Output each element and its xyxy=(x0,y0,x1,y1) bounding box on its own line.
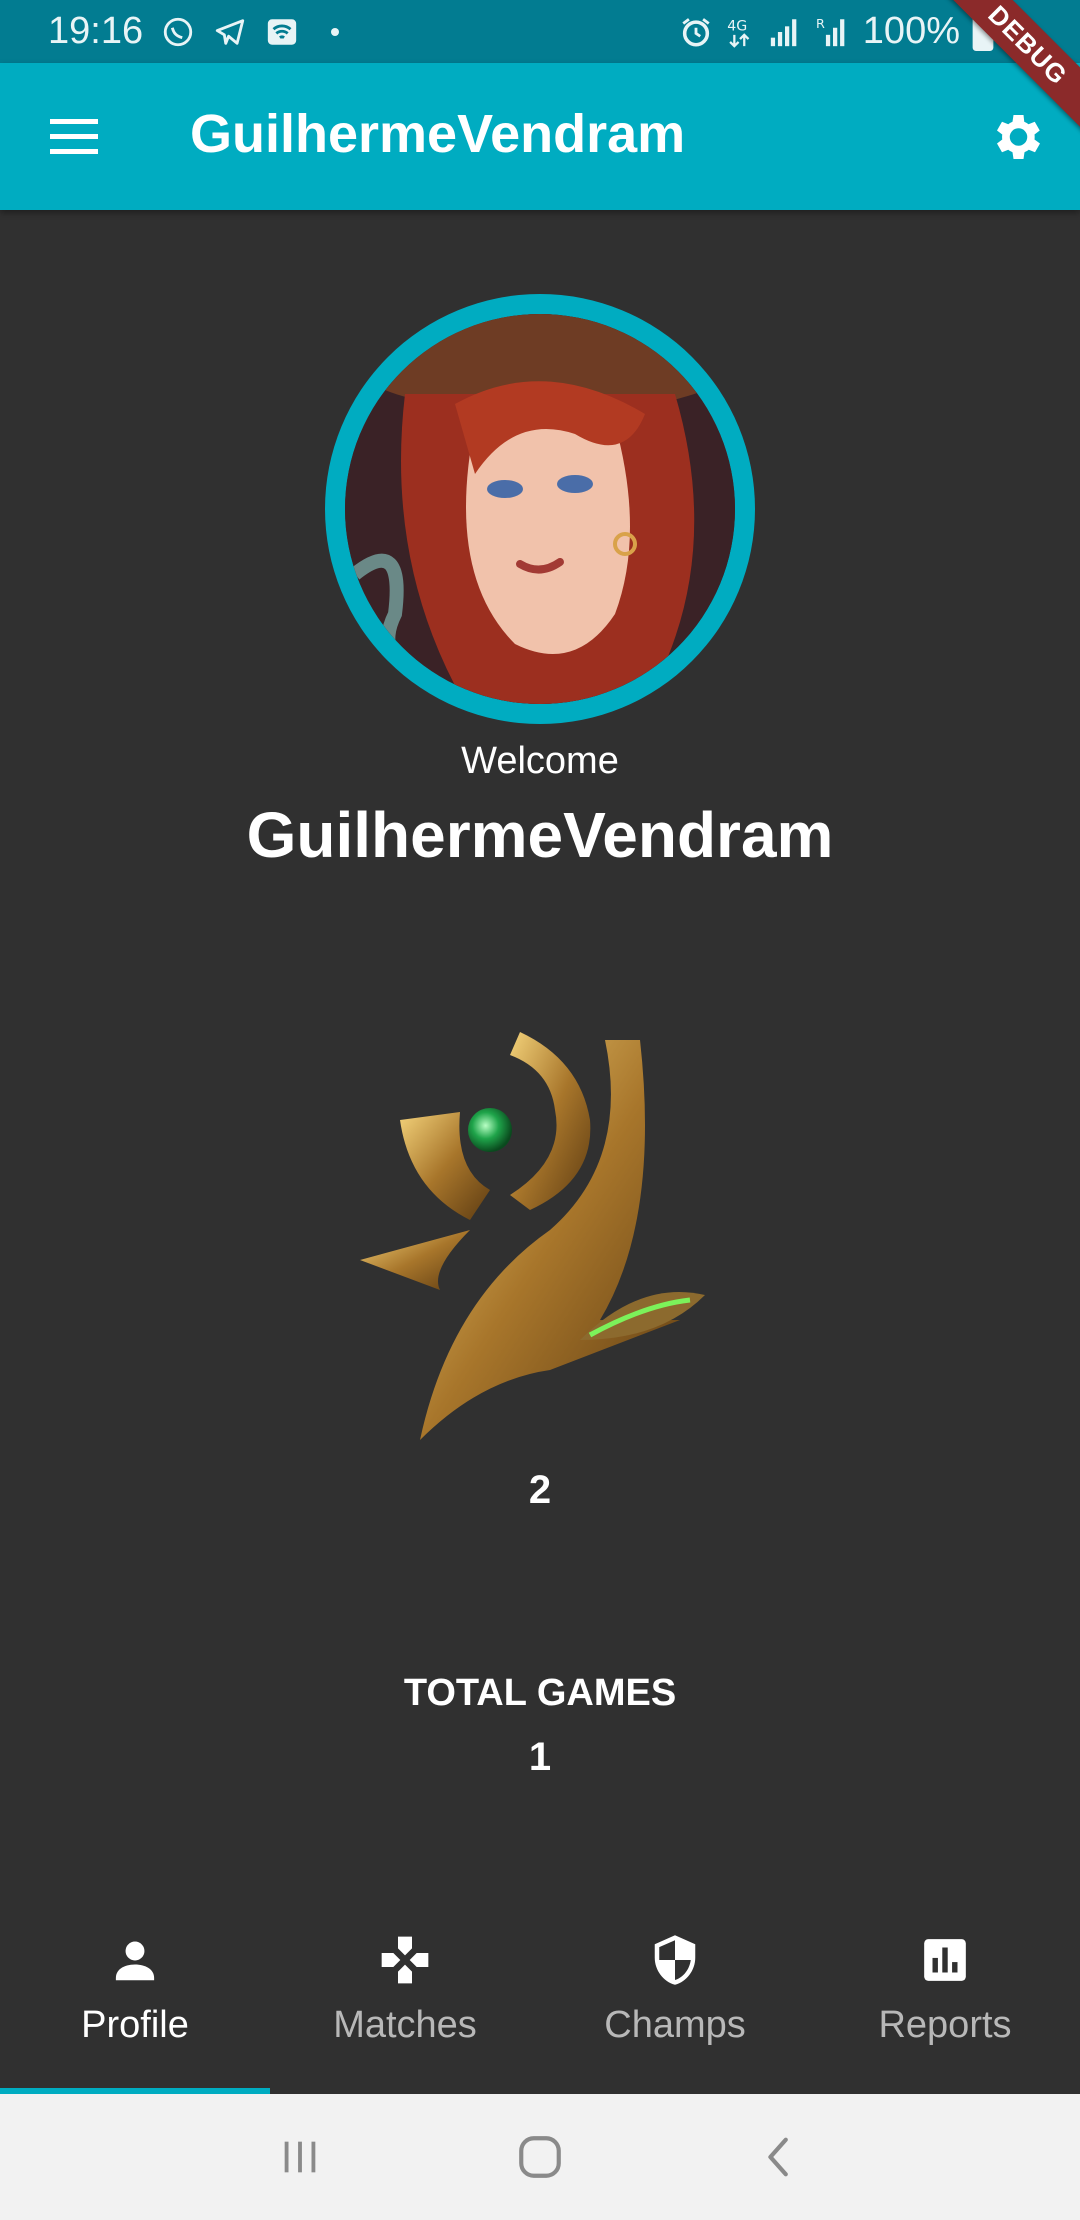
total-games-value: 1 xyxy=(528,1735,552,1779)
back-button[interactable] xyxy=(740,2117,820,2197)
app-title: GuilhermeVendram xyxy=(190,104,686,164)
telegram-icon xyxy=(213,15,247,49)
person-icon xyxy=(105,1930,165,1990)
recent-apps-icon xyxy=(284,2141,316,2173)
battery-percent: 100% xyxy=(862,10,960,52)
gamepad-icon xyxy=(375,1930,435,1990)
signal-icon xyxy=(767,15,803,49)
total-games-label: TOTAL GAMES xyxy=(403,1672,677,1714)
tab-champs[interactable]: Champs xyxy=(540,1902,810,2094)
tab-matches-label: Matches xyxy=(333,2004,477,2046)
menu-button[interactable] xyxy=(44,113,104,161)
shield-icon xyxy=(645,1930,705,1990)
home-button[interactable] xyxy=(500,2117,580,2197)
recent-apps-button[interactable] xyxy=(260,2117,340,2197)
tab-reports[interactable]: Reports xyxy=(810,1902,1080,2094)
settings-button[interactable] xyxy=(986,107,1046,167)
alarm-icon xyxy=(679,15,713,49)
back-icon xyxy=(768,2137,788,2177)
profile-username: GuilhermeVendram xyxy=(246,799,834,871)
status-left: 19:16 xyxy=(48,10,340,53)
wifi-calling-icon xyxy=(265,15,299,49)
4g-icon: 4G xyxy=(725,15,755,49)
tab-reports-label: Reports xyxy=(878,2004,1012,2046)
svg-text:4G: 4G xyxy=(727,18,747,34)
screen: 19:16 4G R 100% GuilhermeVendram DEBUG W… xyxy=(0,0,1080,2220)
tab-profile[interactable]: Profile xyxy=(0,1902,270,2094)
tab-champs-label: Champs xyxy=(604,2004,746,2046)
tab-matches[interactable]: Matches xyxy=(270,1902,540,2094)
whatsapp-icon xyxy=(161,15,195,49)
profile-avatar xyxy=(345,314,735,704)
welcome-text: Welcome xyxy=(461,740,619,782)
bottom-navigation: Profile Matches Champs Reports xyxy=(0,1902,1080,2094)
notification-dot xyxy=(331,27,340,36)
avatar-illustration xyxy=(345,314,735,704)
bar-chart-icon xyxy=(915,1930,975,1990)
tab-profile-label: Profile xyxy=(81,2004,189,2046)
app-bar: GuilhermeVendram xyxy=(0,63,1080,210)
signal-r-icon: R xyxy=(815,15,851,49)
mastery-level: 2 xyxy=(528,1468,552,1512)
system-navigation-bar xyxy=(0,2094,1080,2220)
svg-text:R: R xyxy=(816,16,825,31)
mastery-emblem xyxy=(360,1020,720,1460)
status-time: 19:16 xyxy=(48,10,144,52)
status-bar: 19:16 4G R 100% xyxy=(0,0,1080,63)
home-icon xyxy=(519,2136,561,2178)
settings-gear-icon xyxy=(997,115,1040,159)
profile-avatar-ring xyxy=(325,294,755,724)
menu-icon xyxy=(50,119,98,154)
